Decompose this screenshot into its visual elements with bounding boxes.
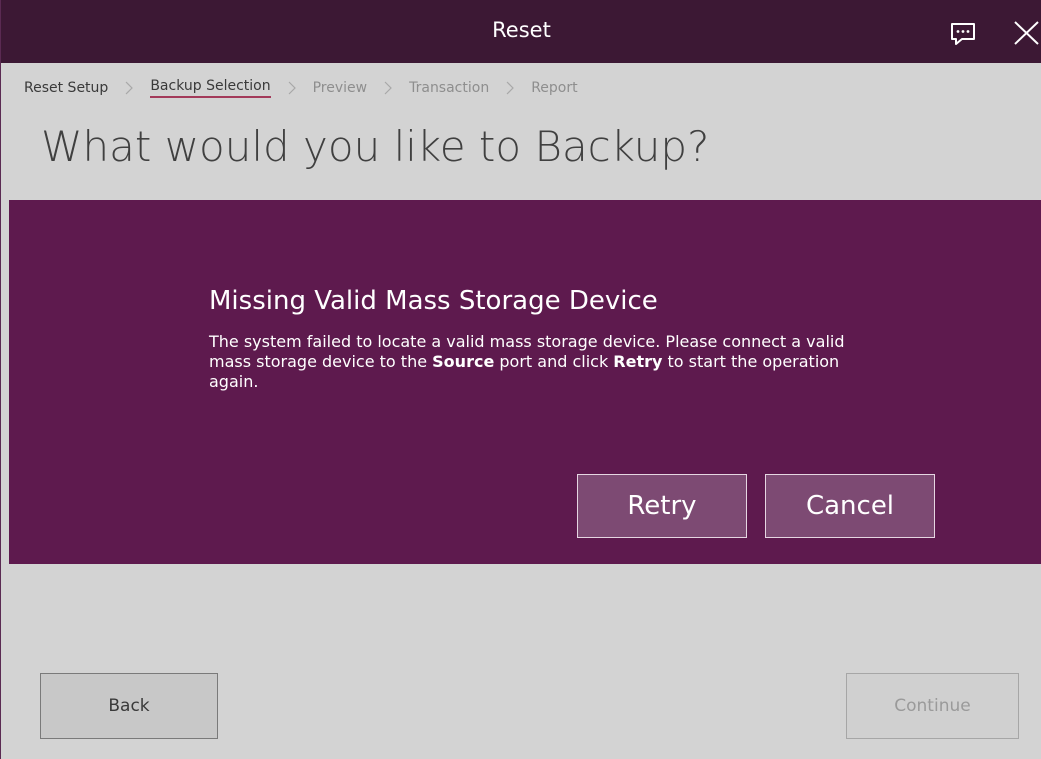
breadcrumb-step-transaction: Transaction: [409, 80, 490, 96]
chat-feedback-icon[interactable]: [949, 21, 977, 47]
page-title: What would you like to Backup?: [41, 122, 710, 171]
breadcrumb-step-backup-selection[interactable]: Backup Selection: [150, 78, 271, 98]
retry-button[interactable]: Retry: [577, 474, 747, 538]
dialog-message-retry: Retry: [613, 352, 663, 371]
error-dialog: Missing Valid Mass Storage Device The sy…: [9, 200, 1041, 564]
chevron-right-icon: [384, 81, 392, 95]
chevron-right-icon: [125, 81, 134, 95]
dialog-message-text: port and click: [494, 352, 614, 371]
chevron-right-icon: [288, 81, 296, 95]
dialog-message-source: Source: [432, 352, 495, 371]
back-button[interactable]: Back: [40, 673, 218, 739]
dialog-message: The system failed to locate a valid mass…: [209, 332, 849, 392]
window-title: Reset: [492, 18, 551, 42]
title-bar: Reset: [1, 0, 1041, 63]
breadcrumb-step-reset-setup[interactable]: Reset Setup: [24, 80, 108, 96]
cancel-button[interactable]: Cancel: [765, 474, 935, 538]
chevron-right-icon: [506, 81, 515, 95]
dialog-title: Missing Valid Mass Storage Device: [209, 286, 658, 316]
breadcrumb: Reset Setup Backup Selection Preview Tra…: [24, 77, 578, 99]
breadcrumb-step-preview: Preview: [312, 80, 368, 96]
continue-button: Continue: [846, 673, 1019, 739]
app-window: Reset Reset Setup Backup Selection Previ…: [0, 0, 1041, 759]
close-icon[interactable]: [1011, 18, 1041, 48]
breadcrumb-step-report: Report: [531, 80, 578, 96]
